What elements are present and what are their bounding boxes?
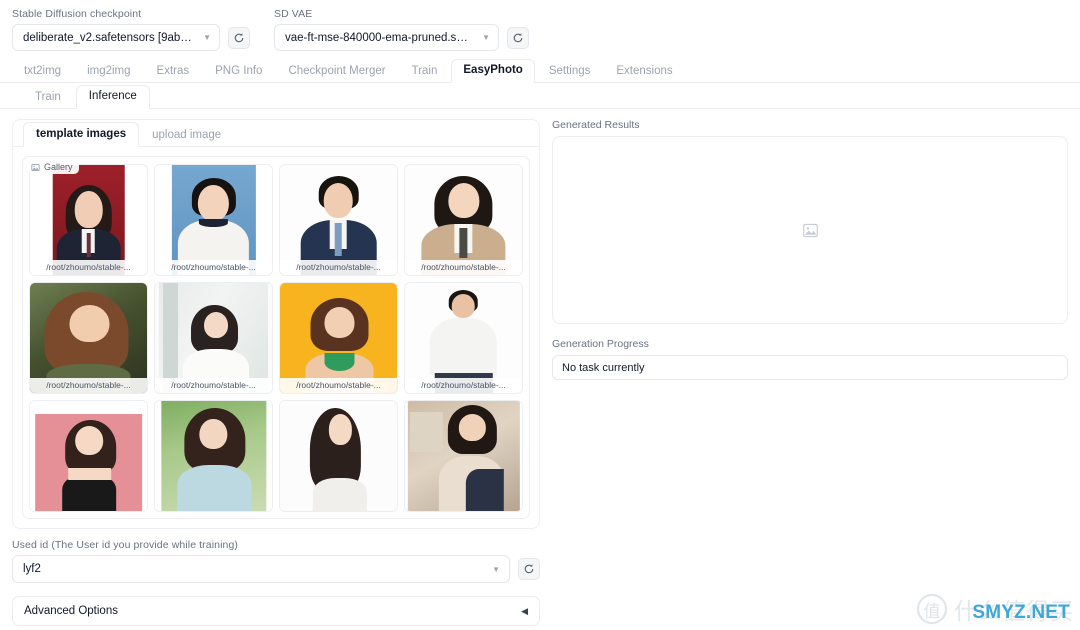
generated-results-label: Generated Results	[552, 119, 640, 131]
advanced-options-label: Advanced Options	[24, 605, 118, 617]
generation-progress-text: No task currently	[562, 361, 645, 374]
template-gallery[interactable]: Gallery /root/zhoumo/stable-... /root/zh…	[22, 156, 530, 519]
checkpoint-select[interactable]: deliberate_v2.safetensors [9aba26abdf] ▼	[12, 24, 220, 51]
checkpoint-refresh-button[interactable]	[228, 26, 250, 49]
image-source-tab-bar: template images upload image	[13, 120, 539, 147]
gallery-item-caption: /root/zhoumo/stable-...	[30, 378, 147, 393]
generated-results-box[interactable]	[552, 136, 1068, 324]
gallery-item[interactable]: /root/zhoumo/stable-...	[29, 164, 148, 276]
tab-checkpoint-merger[interactable]: Checkpoint Merger	[276, 60, 397, 83]
used-id-select[interactable]: lyf2 ▼	[12, 555, 510, 583]
tab-extensions[interactable]: Extensions	[604, 60, 684, 83]
collapse-left-arrow-icon: ◀	[521, 605, 528, 616]
used-id-label: Used id (The User id you provide while t…	[12, 539, 238, 551]
used-id-refresh-button[interactable]	[518, 558, 540, 580]
image-placeholder-icon	[802, 223, 818, 237]
gallery-badge: Gallery	[27, 160, 79, 174]
tab-png-info[interactable]: PNG Info	[203, 60, 274, 83]
vae-select[interactable]: vae-ft-mse-840000-ema-pruned.safetensors…	[274, 24, 499, 51]
gallery-item-caption: /root/zhoumo/stable-...	[280, 378, 397, 393]
gallery-item[interactable]	[29, 400, 148, 512]
used-id-row: lyf2 ▼	[12, 555, 540, 583]
gallery-wrapper: Gallery /root/zhoumo/stable-... /root/zh…	[13, 147, 539, 528]
tab-easyphoto[interactable]: EasyPhoto	[451, 59, 535, 83]
gallery-item-caption: /root/zhoumo/stable-...	[405, 378, 522, 393]
gallery-grid: /root/zhoumo/stable-... /root/zhoumo/sta…	[29, 164, 523, 512]
tab-train[interactable]: Train	[400, 60, 450, 83]
template-images-column: template images upload image Gallery /ro…	[12, 119, 540, 529]
generation-progress-section: Generation Progress No task currently	[552, 338, 1068, 380]
template-images-panel: template images upload image Gallery /ro…	[12, 119, 540, 529]
refresh-icon	[513, 32, 523, 42]
advanced-options-accordion[interactable]: Advanced Options ◀	[12, 596, 540, 626]
easyphoto-inference-page: Stable Diffusion checkpoint deliberate_v…	[0, 0, 1080, 630]
gallery-item-caption: /root/zhoumo/stable-...	[155, 378, 272, 393]
gallery-badge-label: Gallery	[44, 162, 73, 172]
generated-results-column: Generated Results Generation Progress No…	[552, 119, 1068, 529]
checkpoint-label: Stable Diffusion checkpoint	[12, 8, 142, 20]
tab-img2img[interactable]: img2img	[75, 60, 142, 83]
vae-refresh-button[interactable]	[507, 26, 529, 49]
gallery-item-caption: /root/zhoumo/stable-...	[280, 260, 397, 275]
gallery-item[interactable]	[154, 400, 273, 512]
watermark-brand-text: 什么值得买	[954, 599, 1074, 625]
gallery-item[interactable]	[404, 400, 523, 512]
gallery-item[interactable]: /root/zhoumo/stable-...	[154, 282, 273, 394]
vae-value: vae-ft-mse-840000-ema-pruned.safetensors	[285, 31, 473, 44]
gallery-item[interactable]: /root/zhoumo/stable-...	[154, 164, 273, 276]
gallery-item[interactable]: /root/zhoumo/stable-...	[404, 164, 523, 276]
watermark-site-text: SMYZ.NET	[972, 602, 1070, 623]
gallery-item-caption: /root/zhoumo/stable-...	[405, 260, 522, 275]
gallery-item[interactable]	[279, 400, 398, 512]
tab-settings[interactable]: Settings	[537, 60, 603, 83]
gallery-item[interactable]: /root/zhoumo/stable-...	[404, 282, 523, 394]
checkpoint-value: deliberate_v2.safetensors [9aba26abdf]	[23, 31, 194, 44]
chevron-down-icon: ▼	[492, 564, 500, 574]
inference-content: template images upload image Gallery /ro…	[0, 109, 1080, 529]
gallery-item[interactable]: /root/zhoumo/stable-...	[279, 282, 398, 394]
gallery-item[interactable]: /root/zhoumo/stable-...	[279, 164, 398, 276]
gallery-item[interactable]: /root/zhoumo/stable-...	[29, 282, 148, 394]
tab-extras[interactable]: Extras	[145, 60, 202, 83]
subtab-inference[interactable]: Inference	[75, 85, 150, 109]
watermark-logo-mark: 值	[917, 594, 947, 624]
tab-txt2img[interactable]: txt2img	[12, 60, 73, 83]
subtab-train[interactable]: Train	[22, 86, 74, 109]
watermark: 值 什么值得买 SMYZ.NET	[917, 592, 1074, 626]
chevron-down-icon: ▼	[203, 33, 211, 42]
gallery-icon	[31, 163, 40, 171]
vae-field-group: SD VAE vae-ft-mse-840000-ema-pruned.safe…	[274, 8, 529, 51]
tab-template-images[interactable]: template images	[23, 122, 140, 147]
sub-tab-bar: Train Inference	[0, 83, 1080, 109]
generation-progress-label: Generation Progress	[552, 338, 649, 350]
checkpoint-field-group: Stable Diffusion checkpoint deliberate_v…	[12, 8, 250, 51]
refresh-icon	[524, 564, 534, 574]
main-tab-bar: txt2img img2img Extras PNG Info Checkpoi…	[0, 57, 1080, 83]
bottom-controls: Used id (The User id you provide while t…	[0, 529, 552, 630]
refresh-icon	[234, 32, 244, 42]
tab-upload-image[interactable]: upload image	[139, 123, 234, 147]
model-toolbar: Stable Diffusion checkpoint deliberate_v…	[0, 0, 1080, 57]
used-id-value: lyf2	[23, 563, 41, 575]
gallery-item-caption: /root/zhoumo/stable-...	[155, 260, 272, 275]
chevron-down-icon: ▼	[482, 33, 490, 42]
vae-label: SD VAE	[274, 8, 313, 20]
generation-progress-status: No task currently	[552, 355, 1068, 380]
gallery-item-caption: /root/zhoumo/stable-...	[30, 260, 147, 275]
